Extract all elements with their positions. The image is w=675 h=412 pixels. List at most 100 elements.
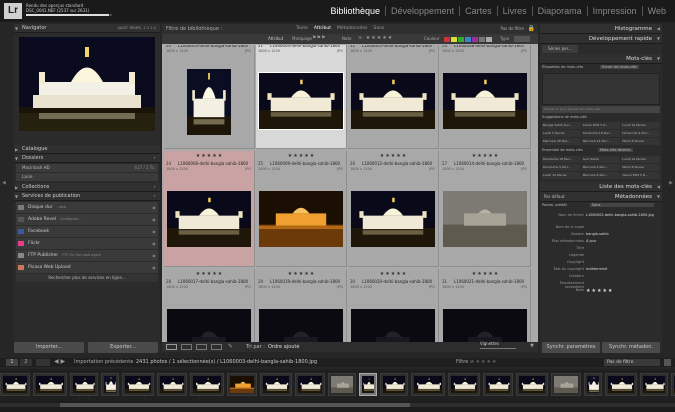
grid-view-icon[interactable] <box>166 344 177 350</box>
keyword-tag[interactable]: Mercredi 6 févr... <box>581 172 621 179</box>
module-6[interactable]: Web <box>641 6 671 16</box>
lock-icon[interactable]: 🔒 <box>528 25 535 32</box>
filmstrip-thumbnail[interactable] <box>33 373 67 396</box>
filmstrip-thumbnail[interactable] <box>584 373 602 396</box>
quick-develop-preset[interactable]: Séries per... <box>542 45 578 53</box>
metadata-header[interactable]: Par défaut Métadonnées ▼ <box>540 192 662 202</box>
filmstrip-thumbnail[interactable] <box>328 373 356 396</box>
thumbnail[interactable] <box>259 191 343 247</box>
filmstrip-thumbnail[interactable] <box>551 373 581 396</box>
filter-tab[interactable]: Attribut <box>314 26 331 31</box>
grid-icon[interactable] <box>36 359 50 366</box>
keyword-tag[interactable]: Lundi 19 février <box>542 172 581 179</box>
folders-header[interactable]: ▼ Dossiers + <box>14 154 160 163</box>
thumbnail[interactable] <box>351 309 435 342</box>
sync-settings-button[interactable]: Synchr. paramètres <box>542 342 600 353</box>
thumbnail[interactable] <box>351 191 435 247</box>
filmstrip-thumbnail[interactable] <box>260 373 292 396</box>
filmstrip-thumbnail[interactable] <box>411 373 445 396</box>
filmstrip-thumbnail[interactable] <box>516 373 548 396</box>
navigator-preview[interactable] <box>19 37 155 131</box>
keyword-tag[interactable]: Mercredi 4 févr... <box>581 164 621 171</box>
filmstrip-thumbnail[interactable] <box>101 373 119 396</box>
histogram-header[interactable]: Histogramme ◀ <box>540 24 662 34</box>
filmstrip-thumbnail[interactable] <box>359 373 377 396</box>
collections-header[interactable]: ▶ Collections + <box>14 183 160 192</box>
thumbnail-size-slider[interactable] <box>480 348 516 349</box>
keyword-list-header[interactable]: Liste des mots-clés ◀ <box>540 182 662 192</box>
activity-viewer[interactable]: Rendu des aperçus standard DSC_0041.NEF … <box>26 3 89 13</box>
thumbnail[interactable] <box>443 191 527 247</box>
filmstrip-source[interactable]: Importation précédente <box>74 359 133 365</box>
keyword-tag[interactable]: Mercredi 28 févr... <box>542 138 581 145</box>
catalog-header[interactable]: ▶ Catalogue <box>14 145 160 154</box>
module-3[interactable]: Livres <box>496 6 532 16</box>
type-filter-buttons[interactable] <box>514 36 530 42</box>
color-chip[interactable] <box>479 37 485 42</box>
back-forward-icon[interactable]: ◀ ▶ <box>54 358 65 365</box>
painter-icon[interactable]: ✎ <box>228 343 233 350</box>
keyword-tag[interactable]: Dimanche 5 févr... <box>542 164 581 171</box>
thumbnail[interactable] <box>351 73 435 129</box>
filter-switch-icon[interactable] <box>664 359 671 366</box>
secondary-display-1-button[interactable]: 1 <box>6 359 18 366</box>
color-chip[interactable] <box>472 37 478 42</box>
metadata-field-value[interactable]: L1060003-delhi-bangla-sahib-1800.jpg <box>586 213 654 217</box>
thumbnail[interactable] <box>443 309 527 342</box>
metadata-view-select[interactable]: Par défaut <box>544 192 565 202</box>
left-panel-toggle-icon[interactable]: ◀ <box>2 180 6 186</box>
plus-icon[interactable]: + <box>153 192 156 201</box>
keyword-tags-area[interactable] <box>542 73 660 105</box>
metadata-field-value[interactable]: bangla-sahib <box>586 232 654 236</box>
keywords-header[interactable]: Mots-clés ▼ <box>540 54 662 64</box>
loupe-view-icon[interactable] <box>181 344 192 350</box>
keyword-tag[interactable]: Gurt Sahib <box>581 156 621 163</box>
grid-cell[interactable]: ★★★★★ 28 L1060017-delhi-bangla-sahib-1800 1… <box>164 269 255 342</box>
metadata-preset-select[interactable]: Sans <box>590 203 654 207</box>
keyword-tag[interactable]: Lundi 19 février <box>621 122 660 129</box>
keyword-input[interactable]: Cliquer ici pour ajouter des mots-clés <box>542 106 660 113</box>
filmstrip-thumbnail[interactable] <box>671 373 675 396</box>
rating-stars[interactable]: ★★★★★ <box>440 153 531 159</box>
filmstrip-scroll-thumb[interactable] <box>60 403 410 407</box>
rating-stars[interactable]: ★★★★★ <box>440 271 531 277</box>
color-label-filter[interactable] <box>444 37 492 42</box>
flag-icons[interactable]: ⚑⚑⚑ <box>312 35 325 41</box>
thumbnail[interactable] <box>259 309 343 342</box>
folder-volume-lacie[interactable]: Lacie <box>16 173 158 181</box>
sort-select[interactable]: Ordre ajouté <box>268 344 299 350</box>
thumbnail[interactable] <box>167 309 251 342</box>
metadata-field-value[interactable]: À jour <box>586 239 654 243</box>
rating-stars[interactable]: ★★★★★ <box>164 153 255 159</box>
filmstrip-thumbnail[interactable] <box>640 373 668 396</box>
publish-services-header[interactable]: ▼ Services de publication + <box>14 192 160 201</box>
filmstrip-thumbnail[interactable] <box>122 373 154 396</box>
publish-service-item[interactable]: Facebook ◀ <box>16 226 158 237</box>
keyword-tag[interactable]: Lundi 19 février <box>621 156 660 163</box>
filter-tab[interactable]: Métadonnées <box>337 26 367 31</box>
color-chip[interactable] <box>486 37 492 42</box>
module-0[interactable]: Bibliothèque <box>325 6 385 16</box>
filmstrip-thumbnail[interactable] <box>483 373 513 396</box>
grid-cell[interactable]: ★★★★★ 31 L1060021-delhi-bangla-sahib-1800 1… <box>440 269 531 342</box>
grid-cell[interactable]: ★★★★★22L1060005-delhi-bangla-sahib-18001… <box>348 45 439 149</box>
publish-service-item[interactable]: Flickr ◀ <box>16 238 158 249</box>
color-chip[interactable] <box>465 37 471 42</box>
import-button[interactable]: Importer... <box>14 342 84 353</box>
keyword-tag[interactable]: Mardi 6 février <box>621 138 660 145</box>
thumbnail[interactable] <box>258 72 344 130</box>
survey-view-icon[interactable] <box>211 344 222 350</box>
chevron-down-icon[interactable]: ▼ <box>530 343 534 349</box>
module-5[interactable]: Impression <box>586 6 642 16</box>
grid-cell[interactable]: ★★★★★ 30 L1060020-delhi-bangla-sahib-1800 1… <box>348 269 439 342</box>
filmstrip-rating-filter[interactable]: ★★★★★ <box>470 359 497 365</box>
filter-tab[interactable]: Sans <box>373 26 384 31</box>
filmstrip-thumbnail[interactable] <box>0 373 30 396</box>
rating-stars[interactable]: ★★★★★ <box>256 271 347 277</box>
filmstrip-thumbnail[interactable] <box>157 373 187 396</box>
filmstrip-thumbnail[interactable] <box>227 373 257 396</box>
color-chip[interactable] <box>458 37 464 42</box>
plus-icon[interactable]: + <box>153 183 156 192</box>
filmstrip-thumbnail[interactable] <box>190 373 224 396</box>
export-button[interactable]: Exporter... <box>88 342 158 353</box>
